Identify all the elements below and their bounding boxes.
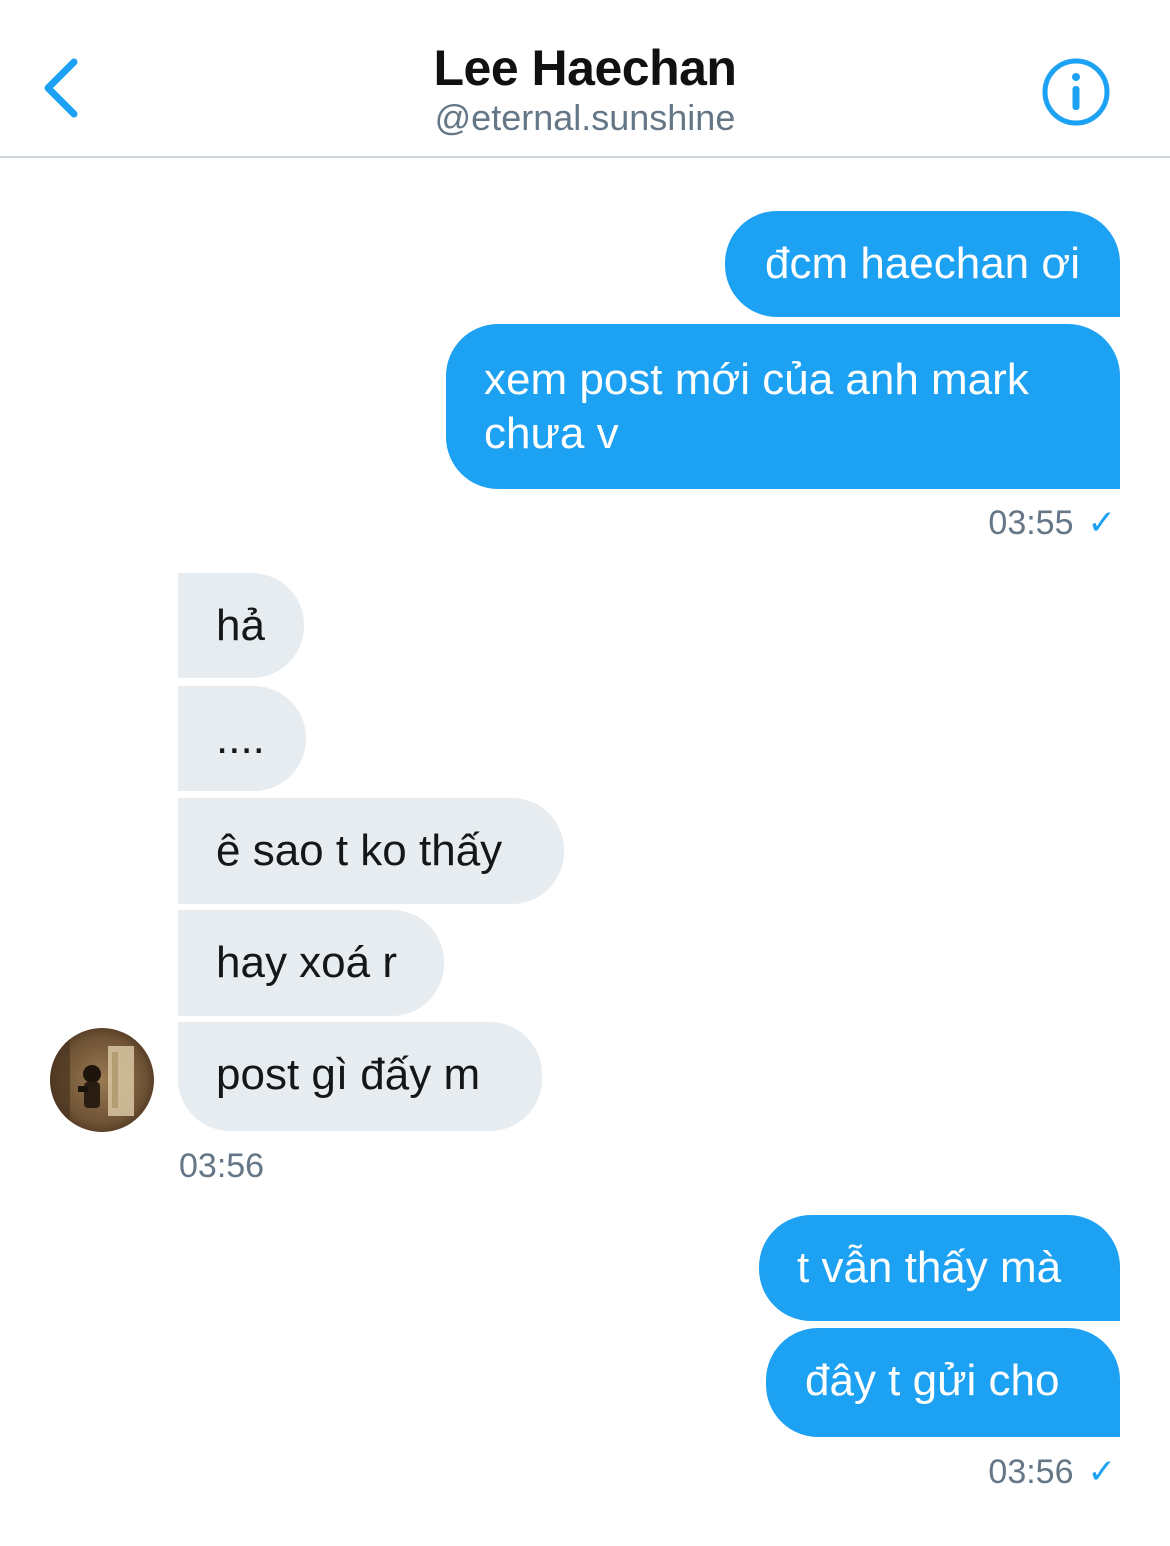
info-icon: [1042, 58, 1110, 126]
read-check-icon: ✓: [1087, 1453, 1117, 1491]
received-message[interactable]: hay xoá r: [178, 910, 444, 1016]
timestamp-text: 03:56: [179, 1147, 265, 1185]
message-text-line: xem post mới của anh mark: [484, 355, 1029, 404]
received-message[interactable]: ....: [178, 686, 306, 791]
avatar-image: [50, 1028, 154, 1132]
timestamp-text: 03:56: [988, 1453, 1074, 1491]
sent-message[interactable]: đcm haechan ơi: [724, 211, 1120, 317]
message-text-line: chưa v: [484, 409, 619, 458]
received-message[interactable]: post gì đấy m: [178, 1022, 542, 1131]
sent-message[interactable]: xem post mới của anh mark chưa v: [446, 324, 1120, 489]
avatar[interactable]: [50, 1028, 154, 1132]
message-text: ê sao t ko thấy: [216, 826, 503, 875]
info-button[interactable]: [1040, 56, 1112, 128]
message-timestamp: 03:56 ✓: [988, 1452, 1116, 1492]
message-timestamp: 03:55 ✓: [988, 503, 1116, 543]
message-text: ....: [216, 714, 265, 763]
message-text: đây t gửi cho: [805, 1356, 1060, 1405]
received-message[interactable]: hả: [178, 573, 304, 678]
timestamp-text: 03:55: [988, 504, 1074, 542]
received-message[interactable]: ê sao t ko thấy: [178, 798, 564, 904]
conversation-title-block[interactable]: Lee Haechan @eternal.sunshine: [0, 38, 1170, 140]
contact-name: Lee Haechan: [433, 40, 737, 96]
message-text: hay xoá r: [216, 938, 397, 987]
message-text: hả: [216, 601, 265, 650]
sent-message[interactable]: t vẫn thấy mà: [759, 1215, 1120, 1321]
contact-handle: @eternal.sunshine: [434, 97, 736, 138]
message-text: đcm haechan ơi: [764, 239, 1080, 288]
conversation-header: Lee Haechan @eternal.sunshine: [0, 0, 1170, 158]
read-check-icon: ✓: [1087, 504, 1117, 542]
sent-message[interactable]: đây t gửi cho: [766, 1328, 1120, 1437]
message-timestamp: 03:56: [179, 1146, 264, 1186]
message-text: post gì đấy m: [216, 1050, 481, 1099]
message-text: t vẫn thấy mà: [797, 1243, 1062, 1292]
